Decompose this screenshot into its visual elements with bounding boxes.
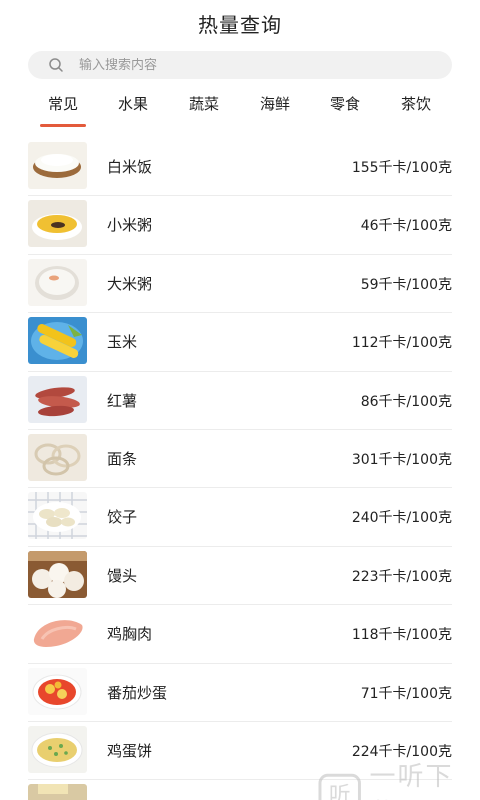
calorie-value: 46千卡/100克 — [360, 218, 452, 235]
calorie-value: 223千卡/100克 — [351, 568, 452, 585]
svg-text:听: 听 — [329, 783, 351, 800]
noodles-image — [28, 433, 87, 481]
food-name: 鸡胸肉 — [107, 625, 153, 644]
food-name: 面条 — [107, 449, 138, 468]
dumplings-image — [28, 492, 87, 540]
calorie-value: 301千卡/100克 — [351, 451, 452, 468]
tab-label: 蔬菜 — [188, 95, 219, 113]
tab-label: 常见 — [47, 95, 78, 113]
millet-porridge-image — [28, 200, 87, 248]
tab-label: 茶饮 — [400, 95, 431, 113]
food-row[interactable]: 红薯 86千卡/100克 — [28, 372, 452, 430]
food-name: 鸡蛋饼 — [107, 741, 153, 760]
tab-seafood[interactable]: 海鲜 — [240, 93, 310, 127]
tab-drinks[interactable]: 茶饮 — [381, 93, 451, 127]
steamed-buns-image — [28, 550, 87, 598]
food-row[interactable]: 饺子 240千卡/100克 — [28, 488, 452, 547]
watermark-logo-icon: 听 — [318, 773, 361, 800]
tab-label: 海鲜 — [259, 95, 290, 113]
food-row[interactable]: 白米饭 155千卡/100克 — [28, 138, 452, 197]
food-row[interactable]: 玉米 112千卡/100克 — [28, 313, 452, 372]
active-tab-indicator — [40, 124, 86, 127]
food-name: 番茄炒蛋 — [107, 683, 168, 702]
food-name: 红薯 — [107, 391, 138, 410]
food-row[interactable]: 鸡胸肉 118千卡/100克 — [28, 605, 452, 664]
page-title: 热量查询 — [198, 12, 282, 37]
food-row[interactable]: 小米粥 46千卡/100克 — [28, 196, 452, 255]
tab-label: 水果 — [117, 95, 148, 113]
search-bar[interactable] — [28, 51, 452, 79]
food-name: 玉米 — [107, 333, 138, 352]
tab-snacks[interactable]: 零食 — [310, 93, 380, 127]
egg-pancake-image — [28, 725, 87, 773]
rice-porridge-image — [28, 258, 87, 306]
food-name: 白米饭 — [107, 158, 153, 176]
tomato-egg-image — [28, 667, 87, 715]
food-image — [28, 784, 87, 800]
food-row[interactable]: 馒头 223千卡/100克 — [28, 547, 452, 606]
calorie-value: 155千卡/100克 — [351, 160, 452, 176]
food-row[interactable]: 番茄炒蛋 71千卡/100克 — [28, 664, 452, 722]
watermark: 听 一听下载 — [318, 756, 480, 800]
food-name: 大米粥 — [107, 274, 153, 293]
calorie-value: 86千卡/100克 — [360, 393, 452, 410]
tab-vegetables[interactable]: 蔬菜 — [169, 93, 239, 127]
chicken-breast-image — [28, 609, 87, 657]
calorie-value: 71千卡/100克 — [360, 685, 452, 702]
sweet-potato-image — [28, 375, 87, 423]
calorie-value: 112千卡/100克 — [351, 335, 452, 352]
food-row[interactable]: 面条 301千卡/100克 — [28, 430, 452, 489]
tab-fruit[interactable]: 水果 — [98, 93, 168, 127]
watermark-text: 一听下载 — [369, 762, 454, 800]
search-input[interactable] — [79, 57, 399, 73]
calorie-value: 59千卡/100克 — [360, 276, 452, 293]
app-header: 热量查询 — [0, 0, 480, 46]
food-name: 小米粥 — [107, 216, 153, 235]
tab-label: 零食 — [329, 95, 360, 113]
category-tabs: 常见 水果 蔬菜 海鲜 零食 茶饮 — [28, 93, 452, 127]
corn-image — [28, 317, 87, 365]
food-name: 饺子 — [107, 508, 138, 527]
calorie-value: 240千卡/100克 — [351, 510, 452, 527]
rice-bowl-image — [28, 142, 87, 189]
tab-common[interactable]: 常见 — [28, 93, 98, 127]
food-row[interactable]: 大米粥 59千卡/100克 — [28, 255, 452, 314]
search-icon — [49, 58, 63, 72]
food-name: 馒头 — [107, 566, 138, 585]
calorie-value: 118千卡/100克 — [351, 627, 452, 644]
food-list: 白米饭 155千卡/100克 小米粥 46千卡/100克 大米粥 59千卡/10… — [28, 138, 452, 800]
